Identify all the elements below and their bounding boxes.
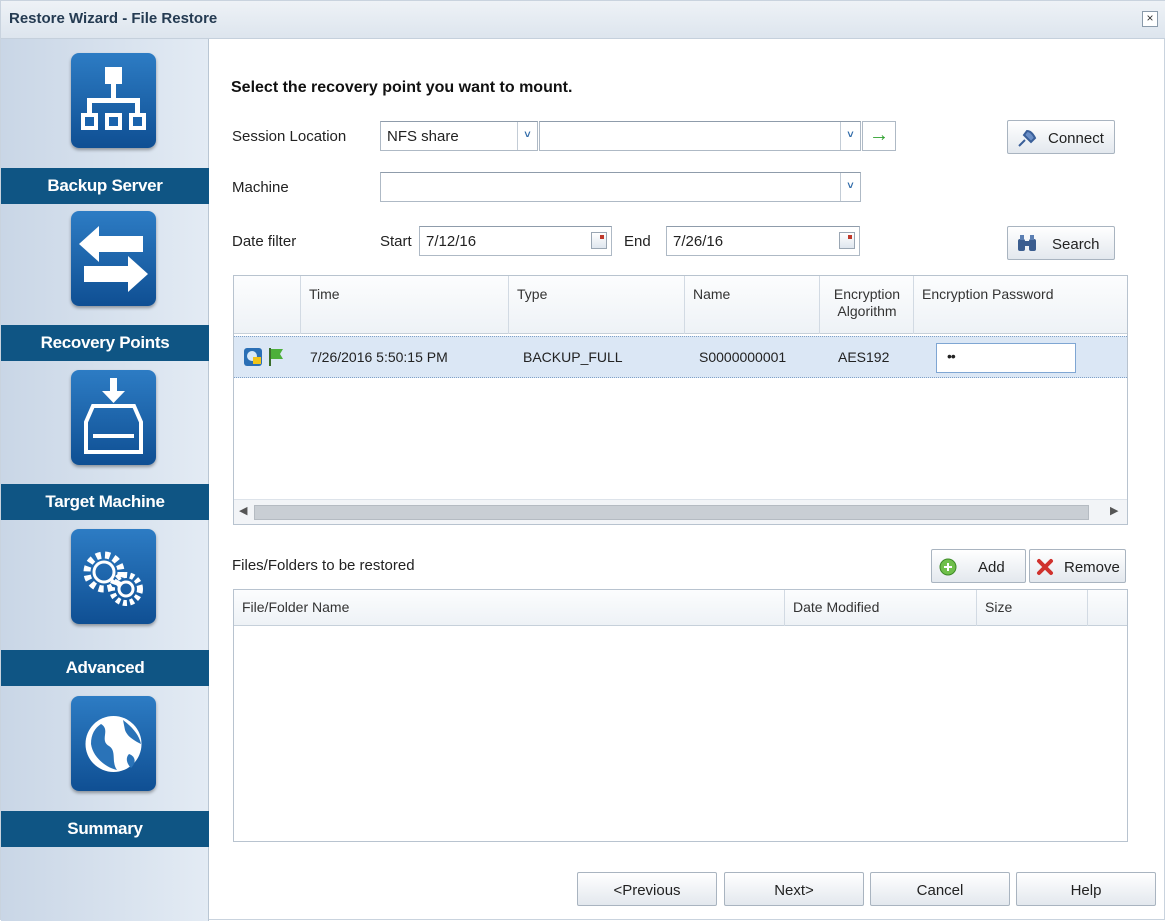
column-encryption-algorithm[interactable]: Encryption Algorithm — [819, 276, 913, 334]
session-location-label: Session Location — [232, 128, 347, 145]
encrypted-session-icon — [244, 348, 262, 366]
drive-download-icon — [71, 370, 156, 465]
calendar-icon[interactable] — [591, 232, 607, 249]
start-date-label: Start — [380, 233, 412, 250]
close-icon[interactable]: × — [1142, 11, 1158, 27]
flag-icon — [269, 348, 283, 366]
chevron-down-icon[interactable]: ˅ — [517, 122, 537, 150]
machine-select[interactable]: ˅ — [380, 172, 861, 202]
session-type-select[interactable]: NFS share ˅ — [380, 121, 538, 151]
date-filter-label: Date filter — [232, 233, 297, 250]
next-button[interactable]: Next> — [724, 872, 864, 906]
step-target-machine[interactable]: Target Machine — [1, 484, 209, 520]
machine-label: Machine — [232, 179, 289, 196]
column-time[interactable]: Time — [300, 276, 508, 334]
page-heading: Select the recovery point you want to mo… — [231, 79, 573, 96]
session-path-select[interactable]: ˅ — [539, 121, 861, 151]
go-arrow-icon[interactable]: → — [862, 121, 896, 151]
column-encryption-password[interactable]: Encryption Password — [913, 276, 1127, 334]
end-date-label: End — [624, 233, 651, 250]
previous-button[interactable]: <Previous — [577, 872, 717, 906]
step-advanced[interactable]: Advanced — [1, 650, 209, 686]
search-button[interactable]: Search — [1007, 226, 1115, 260]
cancel-button[interactable]: Cancel — [870, 872, 1010, 906]
add-label: Add — [978, 559, 1005, 576]
scroll-right-icon[interactable]: ▶ — [1110, 504, 1118, 517]
recovery-points-grid: Time Type Name Encryption Algorithm Encr… — [233, 275, 1128, 525]
add-button[interactable]: Add — [931, 549, 1026, 583]
column-name[interactable]: Name — [684, 276, 819, 334]
network-tree-icon — [71, 53, 156, 148]
add-icon — [939, 558, 957, 576]
chevron-down-icon[interactable]: ˅ — [840, 173, 860, 201]
scrollbar-thumb[interactable] — [254, 505, 1089, 520]
start-date-value: 7/12/16 — [426, 233, 477, 250]
column-filler — [1087, 590, 1127, 626]
search-label: Search — [1052, 236, 1100, 253]
column-type[interactable]: Type — [508, 276, 684, 334]
binoculars-icon — [1018, 235, 1036, 251]
end-date-value: 7/26/16 — [673, 233, 724, 250]
connect-label: Connect — [1048, 130, 1104, 147]
restore-wizard-dialog: Restore Wizard - File Restore × Backup S… — [0, 0, 1165, 921]
chevron-down-icon[interactable]: ˅ — [840, 122, 860, 150]
column-date-modified[interactable]: Date Modified — [784, 590, 976, 626]
remove-icon — [1037, 559, 1053, 575]
title-bar: Restore Wizard - File Restore × — [1, 1, 1165, 39]
scroll-left-icon[interactable]: ◀ — [239, 504, 247, 517]
calendar-icon[interactable] — [839, 232, 855, 249]
help-button[interactable]: Help — [1016, 872, 1156, 906]
table-row[interactable]: 7/26/2016 5:50:15 PM BACKUP_FULL S000000… — [234, 336, 1127, 378]
row-time: 7/26/2016 5:50:15 PM — [310, 349, 448, 365]
session-type-value: NFS share — [387, 128, 459, 145]
remove-label: Remove — [1064, 559, 1120, 576]
step-backup-server[interactable]: Backup Server — [1, 168, 209, 204]
files-section-label: Files/Folders to be restored — [232, 557, 415, 574]
files-grid: File/Folder Name Date Modified Size — [233, 589, 1128, 842]
files-grid-header: File/Folder Name Date Modified Size — [234, 590, 1127, 626]
wizard-steps-sidebar: Backup Server Recovery Points Target Mac… — [1, 39, 209, 921]
column-size[interactable]: Size — [976, 590, 1087, 626]
gears-icon — [71, 529, 156, 624]
row-name: S0000000001 — [699, 349, 787, 365]
password-mask: •• — [947, 348, 956, 364]
grid-header: Time Type Name Encryption Algorithm Encr… — [234, 276, 1127, 334]
globe-icon — [71, 696, 156, 791]
start-date-field[interactable]: 7/12/16 — [419, 226, 612, 256]
end-date-field[interactable]: 7/26/16 — [666, 226, 860, 256]
column-file-folder-name[interactable]: File/Folder Name — [234, 590, 784, 626]
connect-button[interactable]: Connect — [1007, 120, 1115, 154]
row-type: BACKUP_FULL — [523, 349, 623, 365]
step-summary[interactable]: Summary — [1, 811, 209, 847]
plug-icon — [1018, 129, 1037, 147]
remove-button[interactable]: Remove — [1029, 549, 1126, 583]
encryption-password-input[interactable]: •• — [936, 343, 1076, 373]
row-algorithm: AES192 — [838, 349, 890, 365]
horizontal-scrollbar[interactable]: ◀ ▶ — [234, 499, 1127, 524]
swap-arrows-icon — [71, 211, 156, 306]
window-title: Restore Wizard - File Restore — [9, 10, 218, 27]
step-recovery-points[interactable]: Recovery Points — [1, 325, 209, 361]
